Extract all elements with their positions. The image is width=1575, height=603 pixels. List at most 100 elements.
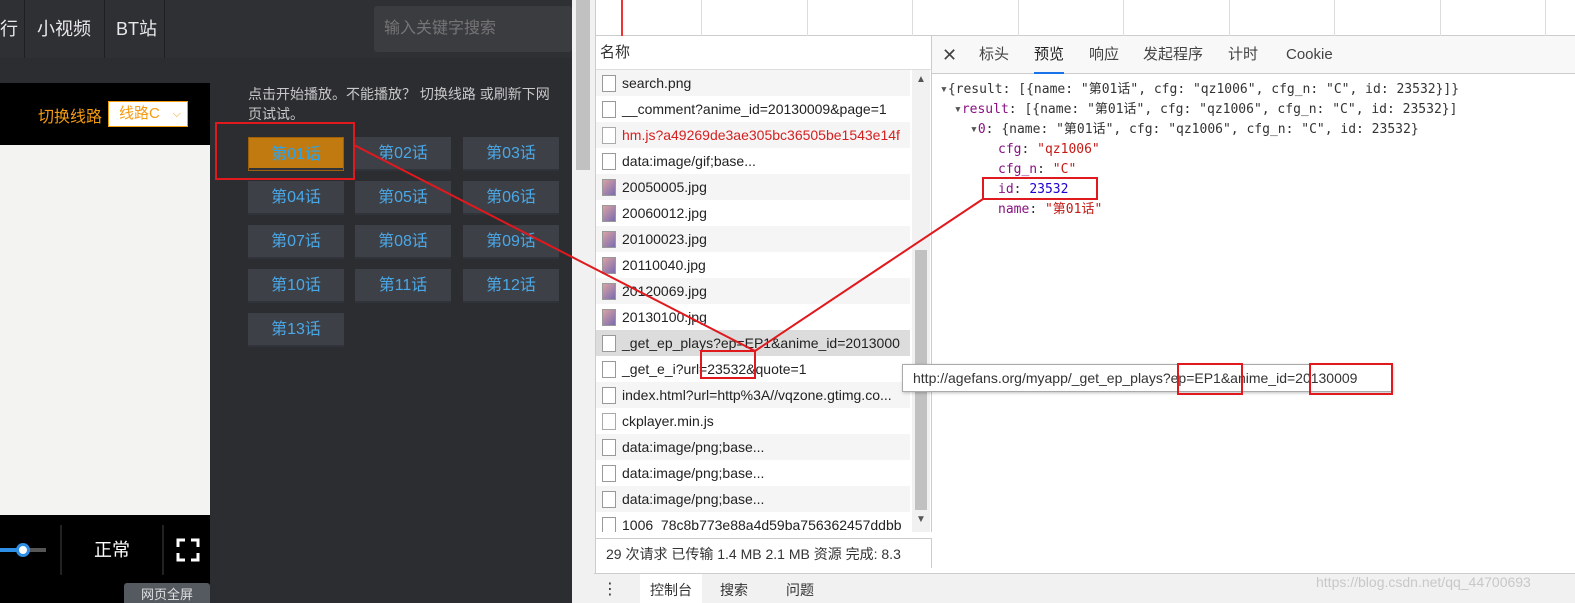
playback-speed-button[interactable]: 正常: [62, 525, 162, 575]
close-icon[interactable]: ✕: [942, 36, 957, 74]
list-item[interactable]: _get_e_i?url=23532&quote=1: [596, 356, 910, 382]
request-name: _get_e_i?url=23532&quote=1: [622, 361, 807, 377]
request-name: _get_ep_plays?ep=EP1&anime_id=2013000: [622, 335, 900, 351]
json-item-line[interactable]: ▾0: {name: "第01话", cfg: "qz1006", cfg_n:…: [970, 120, 1419, 140]
timeline-gridline: [807, 0, 808, 36]
timeline-gridline: [1229, 0, 1230, 36]
file-icon: [602, 127, 616, 144]
url-tooltip: http://agefans.org/myapp/_get_ep_plays?e…: [902, 364, 1392, 392]
search-input[interactable]: [374, 6, 572, 52]
request-name: 20060012.jpg: [622, 205, 707, 221]
list-item[interactable]: hm.js?a49269de3ae305bc36505be1543e14f: [596, 122, 910, 148]
request-list-scrollbar[interactable]: ▲ ▼: [912, 70, 930, 532]
timeline-gridline: [1545, 0, 1546, 36]
episode-button[interactable]: 第10话: [248, 269, 344, 303]
episode-button[interactable]: 第11话: [355, 269, 451, 303]
player-controls: 正常: [0, 525, 210, 575]
list-item[interactable]: 20100023.jpg: [596, 226, 910, 252]
json-key: id: [998, 182, 1014, 197]
fullscreen-icon[interactable]: [176, 538, 200, 562]
tab-cookie[interactable]: Cookie: [1286, 36, 1333, 74]
file-icon: [602, 361, 616, 378]
list-item[interactable]: index.html?url=http%3A//vqzone.gtimg.co.…: [596, 382, 910, 408]
website-panel: 行 小视频 BT站 切换线路 线路C ⌵ 正常 点击开始播放。不能播: [0, 0, 572, 603]
episode-button[interactable]: 第09话: [463, 225, 559, 259]
name-column-header[interactable]: 名称: [596, 36, 932, 70]
nav-item-short-video[interactable]: 小视频: [37, 0, 91, 58]
list-item[interactable]: 20110040.jpg: [596, 252, 910, 278]
json-key: cfg_n: [998, 162, 1038, 177]
episode-button[interactable]: 第13话: [248, 313, 344, 347]
tab-console[interactable]: 控制台: [640, 574, 702, 603]
request-list: search.png __comment?anime_id=20130009&p…: [596, 70, 932, 532]
episode-button[interactable]: 第01话: [248, 137, 344, 171]
tab-initiator[interactable]: 发起程序: [1143, 36, 1203, 74]
timeline-gridline: [1334, 0, 1335, 36]
detail-tabs: ✕ 标头 预览 响应 发起程序 计时 Cookie: [932, 36, 1575, 74]
request-name: ckplayer.min.js: [622, 413, 714, 429]
episode-button[interactable]: 第07话: [248, 225, 344, 259]
image-icon: [602, 309, 616, 326]
tab-timing[interactable]: 计时: [1228, 36, 1258, 74]
more-icon[interactable]: ⋮: [602, 574, 618, 603]
nav-item-ranking[interactable]: 行: [0, 0, 18, 58]
episode-button[interactable]: 第05话: [355, 181, 451, 215]
list-item[interactable]: 1006_78c8b773e88a4d59ba756362457ddbb: [596, 512, 910, 532]
episode-button[interactable]: 第08话: [355, 225, 451, 259]
episode-button[interactable]: 第06话: [463, 181, 559, 215]
scroll-down-icon[interactable]: ▼: [916, 514, 926, 525]
episode-button[interactable]: 第02话: [355, 137, 451, 171]
file-icon: [602, 75, 616, 92]
tab-preview[interactable]: 预览: [1034, 36, 1065, 74]
json-property-line: name: "第01话": [998, 202, 1103, 217]
json-property-line: cfg_n: "C": [998, 162, 1077, 177]
video-area[interactable]: [0, 145, 210, 515]
json-property-line: cfg: "qz1006": [998, 142, 1100, 157]
request-name: 20110040.jpg: [622, 257, 706, 273]
json-key: name: [998, 202, 1030, 217]
nav-item-bt[interactable]: BT站: [116, 0, 157, 58]
volume-slider-handle[interactable]: [16, 543, 30, 557]
network-timeline[interactable]: [596, 0, 1575, 36]
tab-response[interactable]: 响应: [1089, 36, 1119, 74]
timeline-marker: [621, 0, 623, 36]
timeline-gridline: [1440, 0, 1441, 36]
list-item[interactable]: data:image/png;base...: [596, 460, 910, 486]
request-name: index.html?url=http%3A//vqzone.gtimg.co.…: [622, 387, 892, 403]
image-icon: [602, 257, 616, 274]
list-item[interactable]: data:image/gif;base...: [596, 148, 910, 174]
scroll-up-icon[interactable]: ▲: [916, 74, 926, 85]
list-item[interactable]: 20050005.jpg: [596, 174, 910, 200]
episode-button[interactable]: 第04话: [248, 181, 344, 215]
collapse-arrow-icon[interactable]: ▾: [970, 122, 978, 137]
list-item[interactable]: 20130100.jpg: [596, 304, 910, 330]
tab-search[interactable]: 搜索: [720, 574, 748, 603]
page-scrollbar-thumb[interactable]: [576, 0, 590, 170]
timeline-gridline: [701, 0, 702, 36]
collapse-arrow-icon[interactable]: ▾: [954, 102, 962, 117]
list-item[interactable]: 20120069.jpg: [596, 278, 910, 304]
line-select[interactable]: 线路C ⌵: [108, 101, 188, 127]
timeline-gridline: [1018, 0, 1019, 36]
video-player[interactable]: 切换线路 线路C ⌵ 正常: [0, 83, 210, 603]
tab-issues[interactable]: 问题: [786, 574, 814, 603]
list-item[interactable]: ckplayer.min.js: [596, 408, 910, 434]
list-item-selected[interactable]: _get_ep_plays?ep=EP1&anime_id=2013000: [596, 330, 910, 356]
list-item[interactable]: __comment?anime_id=20130009&page=1: [596, 96, 910, 122]
collapse-arrow-icon[interactable]: ▾: [940, 82, 948, 97]
page-fullscreen-button[interactable]: 网页全屏: [124, 583, 210, 603]
tab-headers[interactable]: 标头: [979, 36, 1009, 74]
list-item[interactable]: data:image/png;base...: [596, 434, 910, 460]
json-value: [{name: "第01话", cfg: "qz1006", cfg_n: "C…: [1024, 102, 1458, 117]
json-result-line[interactable]: ▾result: [{name: "第01话", cfg: "qz1006", …: [954, 100, 1457, 120]
episode-button[interactable]: 第03话: [463, 137, 559, 171]
list-item[interactable]: 20060012.jpg: [596, 200, 910, 226]
list-item[interactable]: data:image/png;base...: [596, 486, 910, 512]
page-scrollbar[interactable]: [572, 0, 596, 603]
image-icon: [602, 283, 616, 300]
nav-divider: [104, 0, 105, 58]
episode-button[interactable]: 第12话: [463, 269, 559, 303]
json-root-line[interactable]: ▾{result: [{name: "第01话", cfg: "qz1006",…: [940, 80, 1459, 100]
list-item[interactable]: search.png: [596, 70, 910, 96]
file-icon: [602, 335, 616, 352]
